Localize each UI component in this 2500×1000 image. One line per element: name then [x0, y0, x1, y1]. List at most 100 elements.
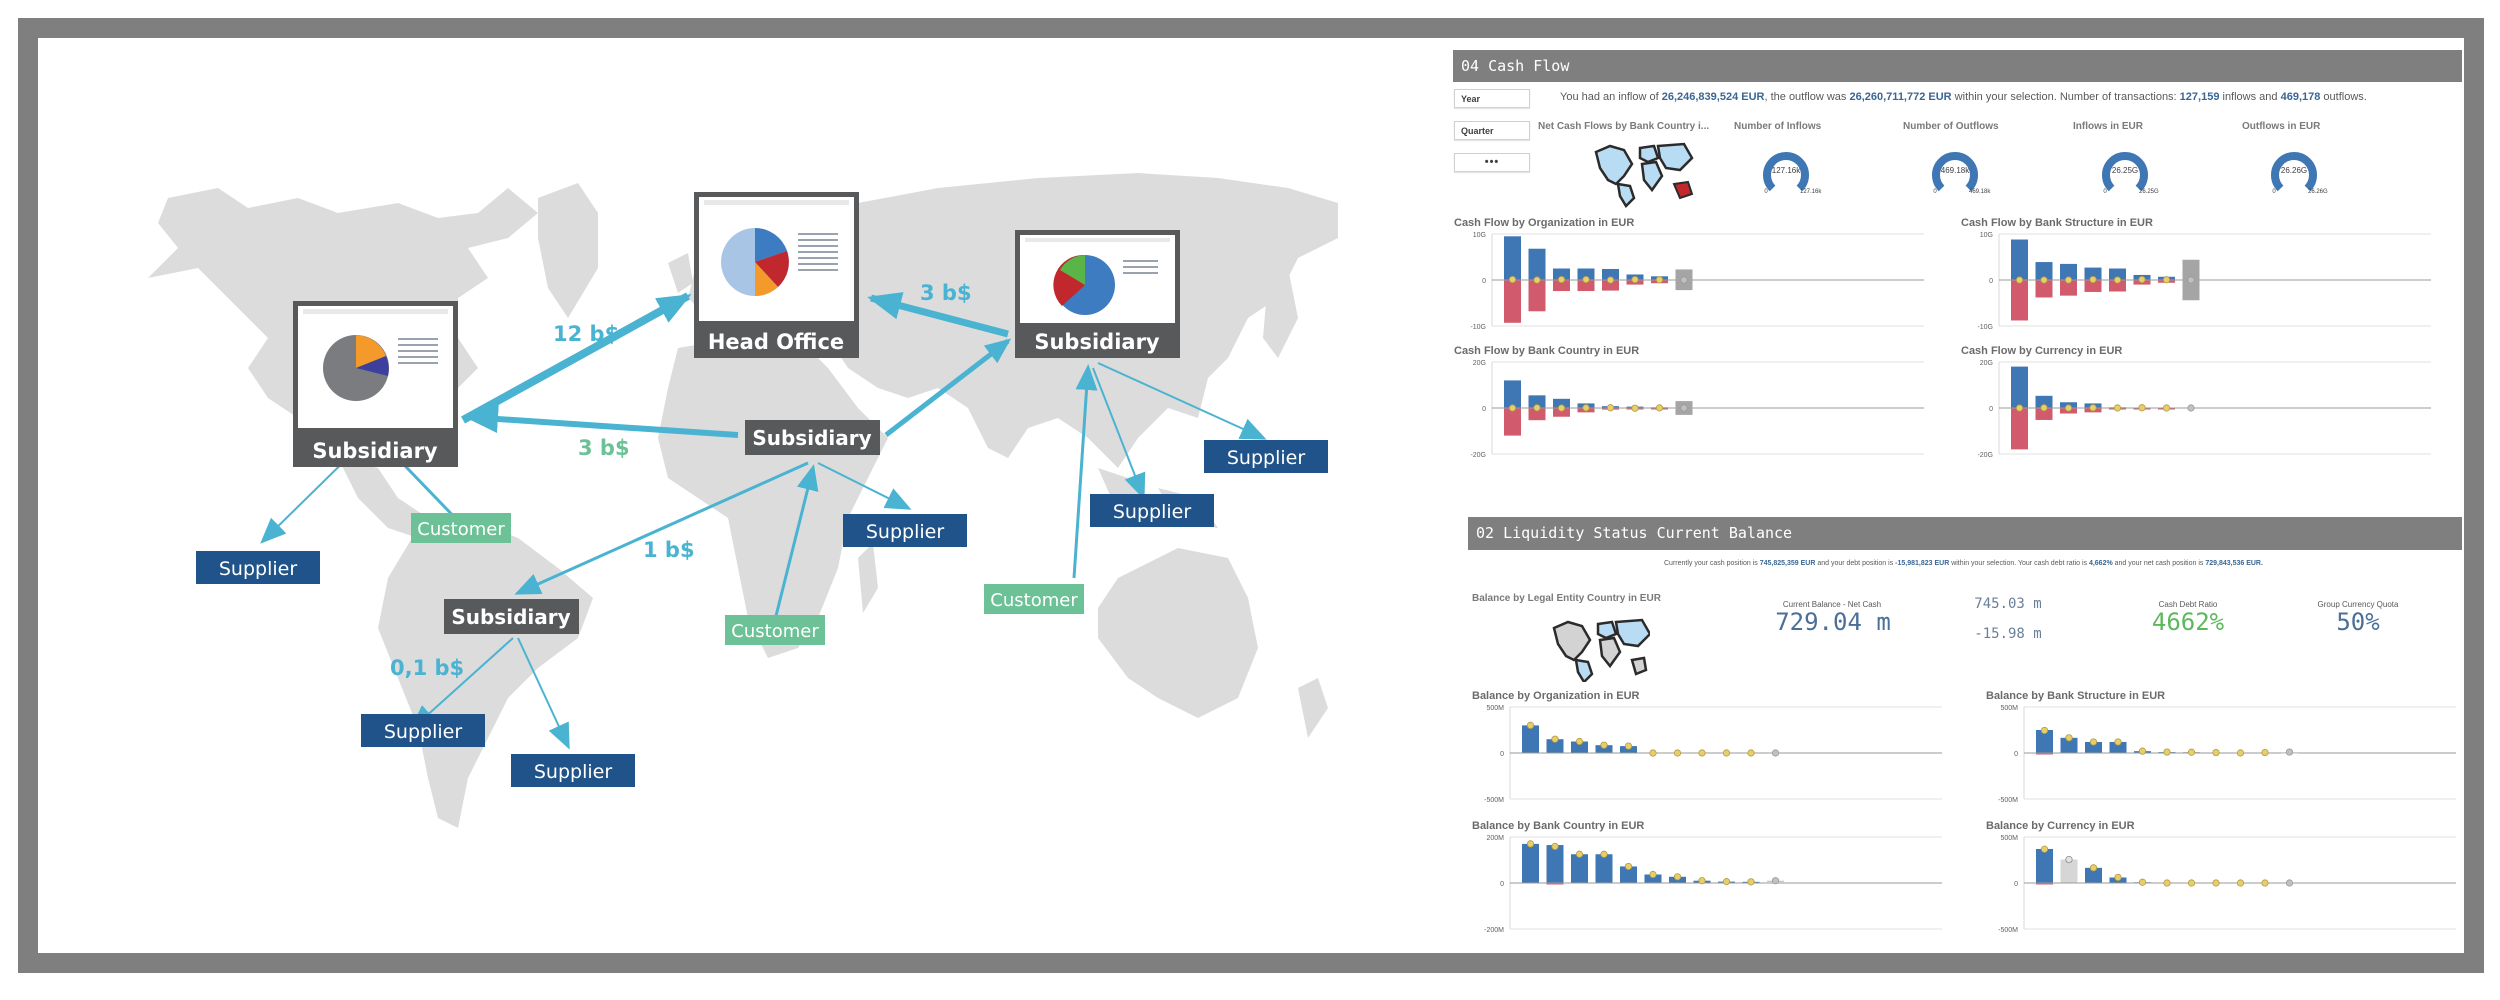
filter-year[interactable]: Year	[1454, 89, 1530, 108]
gauge-chart[interactable]: 469.18k 0 469.18k	[1925, 149, 2025, 199]
chart-cash-flow-by-bank-structure[interactable]: 10G 0 -10G	[1961, 230, 2441, 330]
supplier-box[interactable]: Supplier	[1204, 440, 1328, 473]
net-marker	[1575, 850, 1584, 858]
node-subsidiary-south-america[interactable]: Subsidiary	[444, 599, 579, 634]
net-marker	[2261, 879, 2269, 887]
net-marker	[1673, 749, 1682, 757]
net-marker	[1600, 850, 1608, 858]
supplier-box[interactable]: Supplier	[511, 754, 635, 787]
net-marker-others	[1771, 749, 1780, 757]
net-marker	[2064, 404, 2073, 412]
chart-balance-by-bank-country[interactable]: 200M 0 -200M	[1472, 833, 1952, 933]
chart-cash-flow-by-organization[interactable]: 10G 0 -10G	[1454, 230, 1934, 330]
net-marker	[1508, 404, 1517, 412]
gauge-chart[interactable]: 26.25G 0 26.25G	[2095, 149, 2195, 199]
net-marker	[2162, 404, 2171, 412]
chart-title: Cash Flow by Currency in EUR	[1961, 345, 2123, 357]
net-marker	[1551, 842, 1559, 851]
more-icon: •••	[1484, 156, 1500, 168]
svg-text:Supplier: Supplier	[384, 721, 462, 743]
gauge-chart[interactable]: 127.16k 0 127.16k	[1756, 149, 1856, 199]
chart-cash-flow-by-currency[interactable]: 20G 0 -20G	[1961, 358, 2441, 458]
net-marker	[2113, 404, 2122, 412]
y-tick-label: -500M	[1484, 797, 1504, 803]
net-marker	[2040, 845, 2049, 853]
kpi-value-cash: 745.03 m	[1974, 596, 2042, 612]
supplier-box[interactable]: Supplier	[361, 714, 485, 747]
net-marker-others	[2187, 404, 2195, 412]
net-marker	[1649, 749, 1657, 757]
net-marker	[1606, 276, 1615, 284]
bar-positive	[1504, 380, 1521, 408]
pie-thumbnail-head-office	[699, 197, 854, 321]
node-label: Subsidiary	[451, 605, 570, 629]
net-marker	[1631, 275, 1639, 284]
net-marker	[1508, 275, 1517, 284]
chart-title: Cash Flow by Bank Structure in EUR	[1961, 217, 2153, 229]
bar-positive	[1522, 843, 1539, 883]
net-marker	[1698, 877, 1706, 885]
bar-negative	[1504, 408, 1521, 436]
net-marker-others	[2285, 748, 2294, 756]
supplier-box[interactable]: Supplier	[843, 514, 967, 547]
node-subsidiary-asia[interactable]: Subsidiary	[1015, 230, 1180, 358]
y-tick-label: 500M	[2000, 705, 2018, 712]
net-marker	[1582, 275, 1590, 284]
section-header-liquidity: 02 Liquidity Status Current Balance	[1468, 517, 2462, 550]
net-marker	[2089, 404, 2097, 412]
node-label: Subsidiary	[1034, 330, 1160, 354]
supplier-box[interactable]: Supplier	[1090, 494, 1214, 527]
arrow-na-to-head-office	[461, 292, 692, 424]
y-tick-label: 0	[1989, 278, 1993, 285]
net-marker	[2089, 738, 2098, 746]
customer-box[interactable]: Customer	[984, 584, 1084, 614]
filter-quarter[interactable]: Quarter	[1454, 121, 1530, 140]
chart-balance-by-currency[interactable]: 500M 0 -500M	[1986, 833, 2464, 933]
net-marker	[2187, 748, 2196, 756]
bar-positive	[2036, 848, 2053, 883]
net-marker	[2212, 748, 2220, 757]
world-choropleth-cash-flow[interactable]	[1588, 140, 1698, 208]
gauge-min: 0	[1933, 189, 1937, 195]
customer-box[interactable]: Customer	[725, 615, 825, 645]
amount-label: 1 b$	[643, 538, 695, 562]
node-subsidiary-europe[interactable]: Subsidiary	[745, 420, 880, 455]
customer-box[interactable]: Customer	[411, 513, 511, 543]
map-title: Balance by Legal Entity Country in EUR	[1472, 593, 1661, 604]
chart-balance-by-bank-structure[interactable]: 500M 0 -500M	[1986, 703, 2464, 803]
supplier-box[interactable]: Supplier	[196, 551, 320, 584]
pie-thumbnail-subsidiary-na	[298, 306, 453, 428]
gauge-value: 127.16k	[1772, 166, 1801, 175]
bar-negative	[1504, 280, 1521, 323]
net-marker-others	[1680, 404, 1688, 412]
kpi-value-group-currency-quota: 50%	[2336, 608, 2380, 636]
gauge-min: 0	[1764, 189, 1768, 195]
bar-positive	[1595, 854, 1613, 883]
chart-title: Balance by Currency in EUR	[1986, 820, 2135, 832]
bar-positive	[2011, 239, 2028, 280]
node-subsidiary-north-america[interactable]: Subsidiary	[293, 301, 458, 467]
net-marker	[2261, 748, 2269, 757]
kpi-value-net-cash: 729.04 m	[1775, 608, 1891, 636]
node-head-office[interactable]: Head Office	[694, 192, 859, 358]
chart-cash-flow-by-bank-country[interactable]: 20G 0 -20G	[1454, 358, 1934, 458]
bar-positive	[1504, 236, 1521, 280]
net-marker	[1557, 404, 1566, 412]
net-marker	[1655, 404, 1664, 412]
bar-positive	[1546, 845, 1564, 883]
bar-positive	[1522, 725, 1539, 753]
chart-title: Balance by Organization in EUR	[1472, 690, 1640, 702]
node-label: Subsidiary	[752, 426, 871, 450]
net-marker	[1600, 741, 1608, 749]
amount-label: 3 b$	[920, 281, 972, 305]
net-marker	[2040, 276, 2048, 284]
world-choropleth-liquidity[interactable]	[1546, 616, 1650, 682]
chart-balance-by-organization[interactable]: 500M 0 -500M	[1472, 703, 1952, 803]
gauge-title: Number of Inflows	[1734, 121, 1822, 132]
y-tick-label: -20G	[1977, 452, 1993, 458]
net-marker-others	[1771, 877, 1780, 885]
net-marker	[1631, 404, 1639, 412]
net-marker	[1649, 870, 1657, 879]
more-filters-button[interactable]: •••	[1454, 153, 1530, 172]
gauge-chart[interactable]: 26.26G 0 26.26G	[2264, 149, 2364, 199]
